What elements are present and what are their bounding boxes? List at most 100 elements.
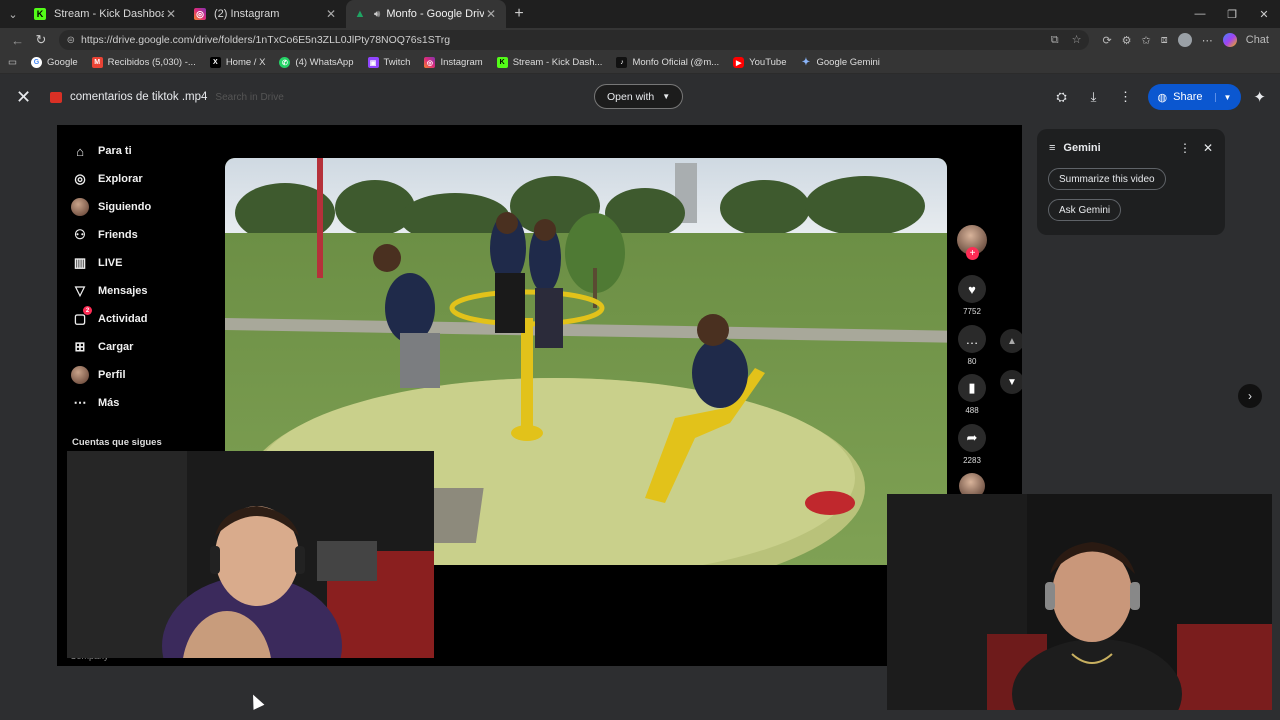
collections-icon[interactable]: ⧈ — [1161, 34, 1168, 47]
more-vert-icon[interactable]: ⋮ — [1179, 141, 1191, 155]
gemini-menu-icon[interactable]: ≡ — [1049, 142, 1055, 154]
speaker-icon[interactable]: 🔊︎ — [374, 9, 380, 20]
restore-icon[interactable]: ❐ — [1216, 8, 1248, 21]
nav-label: Perfil — [98, 369, 126, 381]
reload-icon[interactable]: ↻ — [29, 32, 52, 48]
close-icon[interactable]: ✕ — [1203, 141, 1213, 155]
video-file-icon — [50, 91, 62, 103]
tiktok-nav-cargar[interactable]: ⊞ Cargar — [71, 338, 134, 356]
activity-badge: 2 — [83, 306, 92, 315]
bookmark-whatsapp[interactable]: ✆ (4) WhatsApp — [279, 57, 354, 68]
url-text[interactable]: https://drive.google.com/drive/folders/1… — [81, 34, 1041, 46]
bookmark-star-icon[interactable]: ☆ — [1072, 34, 1082, 46]
caret-down-icon: ▼ — [662, 92, 671, 101]
share-video-button[interactable]: ➦ 2283 — [955, 424, 989, 465]
following-title: Cuentas que sigues — [72, 437, 162, 448]
creator-avatar[interactable]: + — [955, 225, 989, 260]
tiktok-icon: ♪ — [616, 57, 628, 68]
chat-button[interactable]: Chat — [1218, 33, 1274, 47]
tab-search-icon[interactable]: ⌄ — [0, 0, 26, 28]
app-install-icon[interactable]: ⧉ — [1051, 34, 1059, 46]
refresh-extension-icon[interactable]: ⟳ — [1102, 34, 1111, 47]
share-label: Share — [1173, 91, 1203, 103]
save-button[interactable]: ▮ 488 — [955, 374, 989, 415]
kick-icon: K — [496, 57, 508, 68]
bookmark-x[interactable]: X Home / X — [209, 57, 265, 68]
open-with-button[interactable]: Open with ▼ — [594, 84, 684, 109]
site-info-icon[interactable]: ⊜ — [67, 35, 75, 46]
favorites-icon[interactable]: ✩ — [1142, 34, 1151, 47]
tiktok-nav-perfil[interactable]: Perfil — [71, 366, 126, 384]
bookmark-gemini[interactable]: ✦ Google Gemini — [801, 57, 880, 68]
webcam-right — [887, 494, 1272, 710]
bookmarks-bar: ▭ G Google M Recibidos (5,030) -... X Home … — [0, 52, 1280, 74]
avatar-icon — [71, 198, 89, 216]
tiktok-nav-live[interactable]: ▥ LIVE — [71, 254, 123, 272]
bookmark-gmail[interactable]: M Recibidos (5,030) -... — [91, 57, 196, 68]
share-button[interactable]: ◍ Share ▼ — [1147, 84, 1242, 110]
bookmark-icon: ▮ — [958, 374, 986, 402]
tiktok-nav-siguiendo[interactable]: Siguiendo — [71, 198, 151, 216]
omnibox[interactable]: ⊜ https://drive.google.com/drive/folders… — [58, 30, 1090, 50]
tiktok-nav-mas[interactable]: ⋯ Más — [71, 394, 120, 412]
tiktok-nav-explorar[interactable]: ◎ Explorar — [71, 170, 142, 188]
bookmark-label: Google Gemini — [816, 57, 880, 68]
tiktok-nav-para-ti[interactable]: ⌂ Para ti — [71, 142, 132, 160]
tab-google-drive[interactable]: ▲ 🔊︎ Monfo - Google Drive ✕ — [346, 0, 506, 28]
share-arrow-icon: ➦ — [958, 424, 986, 452]
add-shortcut-icon[interactable]: ⛭ — [1046, 89, 1078, 105]
drive-video-viewer: ✕ comentarios de tiktok .mp4 Search in D… — [0, 74, 1280, 720]
like-button[interactable]: ♥ 7752 — [955, 275, 989, 316]
open-with-label: Open with — [607, 90, 655, 103]
bookmark-label: Twitch — [383, 57, 411, 68]
sidebar-toggle-icon[interactable]: ▭ — [8, 57, 17, 68]
bookmark-youtube[interactable]: ▶ YouTube — [733, 57, 787, 68]
close-icon[interactable]: ✕ — [484, 7, 498, 21]
previous-video-button[interactable]: ▲ — [1000, 329, 1022, 353]
youtube-icon: ▶ — [733, 57, 745, 68]
bookmark-label: Google — [46, 57, 78, 68]
nav-label: Siguiendo — [98, 201, 152, 213]
bookmark-tiktok[interactable]: ♪ Monfo Oficial (@m... — [616, 57, 719, 68]
bookmark-kick[interactable]: K Stream - Kick Dash... — [496, 57, 602, 68]
close-icon[interactable]: ✕ — [164, 7, 178, 21]
address-bar: ← ↻ ⊜ https://drive.google.com/drive/fol… — [0, 28, 1280, 52]
bookmark-twitch[interactable]: ▣ Twitch — [367, 57, 411, 68]
new-tab-button[interactable]: + — [506, 5, 532, 23]
back-icon[interactable]: ← — [6, 33, 29, 48]
tiktok-nav-mensajes[interactable]: ▽ Mensajes — [71, 282, 148, 300]
comment-button[interactable]: … 80 — [955, 325, 989, 366]
bookmark-label: Instagram — [440, 57, 483, 68]
tab-kick[interactable]: K Stream - Kick Dashboard ✕ — [26, 0, 186, 28]
more-icon[interactable]: ⋯ — [1202, 34, 1213, 47]
close-window-icon[interactable]: ✕ — [1248, 8, 1280, 21]
download-icon[interactable]: ⤓ — [1078, 89, 1110, 105]
close-viewer-icon[interactable]: ✕ — [16, 87, 38, 108]
close-icon[interactable]: ✕ — [324, 7, 338, 21]
minimize-icon[interactable]: — — [1184, 8, 1216, 21]
tab-instagram[interactable]: ◎ (2) Instagram ✕ — [186, 0, 346, 28]
more-vert-icon[interactable]: ⋮ — [1110, 89, 1142, 105]
tiktok-nav-friends[interactable]: ⚇ Friends — [71, 226, 138, 244]
extensions-icon[interactable]: ⚙ — [1122, 34, 1132, 47]
tab-label: (2) Instagram — [214, 8, 280, 20]
ask-gemini-chip[interactable]: Ask Gemini — [1048, 199, 1122, 221]
next-file-button[interactable]: › — [1238, 384, 1262, 408]
tiktok-nav-actividad[interactable]: ▢ 2 Actividad — [71, 306, 148, 328]
comment-count: 80 — [967, 357, 977, 366]
nav-label: Más — [98, 397, 120, 409]
webcam-right-image — [887, 494, 1272, 710]
follow-plus-icon[interactable]: + — [966, 247, 979, 260]
file-name: comentarios de tiktok .mp4 — [70, 91, 208, 103]
summarize-video-chip[interactable]: Summarize this video — [1048, 168, 1166, 190]
nav-label: Actividad — [98, 313, 148, 325]
share-dropdown-icon[interactable]: ▼ — [1214, 92, 1231, 102]
drive-search-ghost: Search in Drive — [215, 91, 284, 103]
google-icon: G — [30, 57, 42, 68]
profile-avatar[interactable] — [1177, 33, 1192, 47]
gemini-spark-icon[interactable]: ✦ — [1253, 88, 1266, 106]
nav-label: Cargar — [98, 341, 134, 353]
bookmark-google[interactable]: G Google — [30, 57, 78, 68]
next-video-button[interactable]: ▼ — [1000, 370, 1022, 394]
bookmark-instagram[interactable]: ◎ Instagram — [424, 57, 483, 68]
